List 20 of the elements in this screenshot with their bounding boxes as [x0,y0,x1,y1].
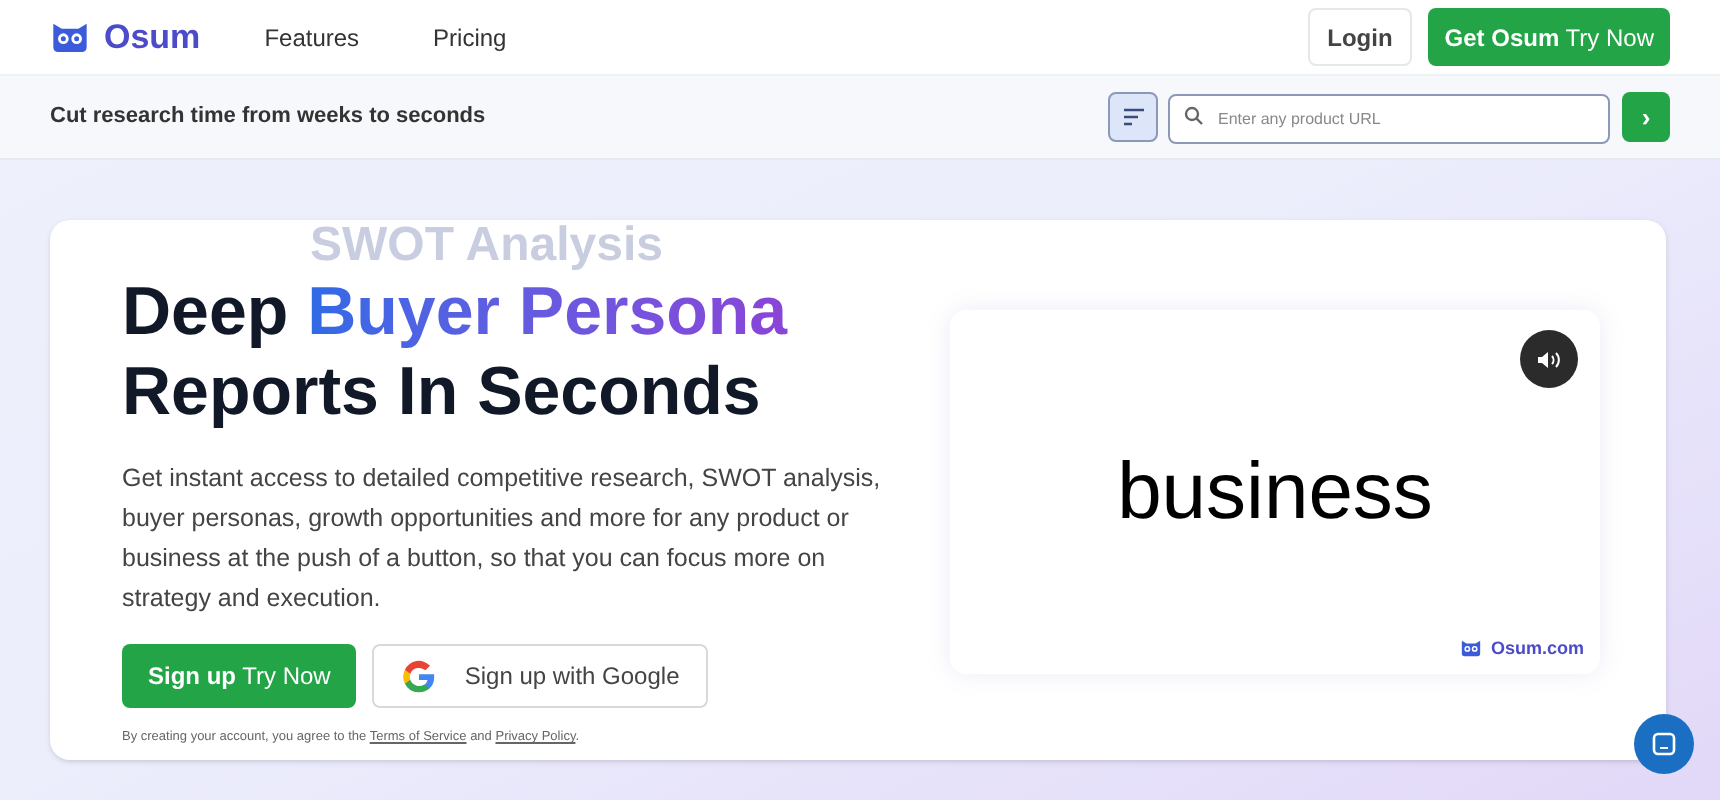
nav-link[interactable]: Pricing [433,19,507,55]
owl-logo-icon [50,20,90,54]
tagline: Cut research time from weeks to seconds [50,102,486,133]
hero-description: Get instant access to detailed competitive research, SWOT analysis, buyer personas, growth opportunities and more for any product or business at the push of a button, so that you can focus more on strategy and execution. [122,462,883,616]
speaker-icon [1536,349,1562,369]
video-caption: business [1117,446,1433,540]
filter-button[interactable] [1108,92,1158,142]
chat-icon [1652,732,1676,756]
video-watermark: Osum.com [1490,635,1584,661]
brand-link[interactable]: Osum [50,11,201,63]
search-icon [1184,106,1204,126]
google-signup-button[interactable]: Sign up with Google [372,644,708,708]
owl-logo-icon [1460,638,1483,659]
chat-button[interactable] [1634,714,1694,774]
login-button[interactable]: Login [1307,8,1413,66]
sound-button[interactable] [1520,330,1578,388]
sort-icon [1121,108,1145,126]
google-g-icon [400,657,439,695]
url-search-field[interactable]: Enter any product URL [1168,93,1610,143]
nav-link[interactable]: Features [264,19,360,55]
